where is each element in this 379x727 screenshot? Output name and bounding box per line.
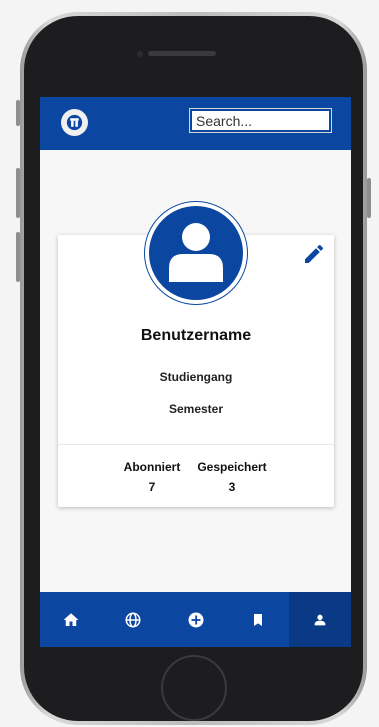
pencil-icon bbox=[305, 244, 324, 263]
stat-value: 7 bbox=[148, 480, 156, 494]
profile-avatar bbox=[145, 202, 247, 304]
phone-side-button bbox=[16, 232, 20, 282]
stat-label: Abonniert bbox=[123, 460, 181, 474]
bottom-navigation bbox=[40, 592, 351, 647]
phone-side-button bbox=[367, 178, 371, 218]
globe-icon bbox=[125, 612, 141, 627]
nav-saved[interactable] bbox=[227, 592, 289, 647]
phone-side-button bbox=[16, 100, 20, 126]
logo-icon bbox=[66, 114, 83, 131]
home-icon bbox=[63, 612, 79, 626]
person-icon bbox=[314, 614, 326, 625]
nav-add[interactable] bbox=[164, 592, 226, 647]
stat-gespeichert[interactable]: Gespeichert 3 bbox=[195, 460, 269, 494]
add-circle-icon bbox=[188, 612, 203, 627]
top-app-bar bbox=[40, 97, 351, 150]
nav-profile[interactable] bbox=[288, 592, 351, 647]
profile-username: Benutzername bbox=[140, 327, 252, 344]
search-input[interactable] bbox=[189, 108, 332, 133]
profile-semester: Semester bbox=[168, 402, 224, 416]
person-avatar-icon bbox=[169, 223, 223, 282]
bookmark-icon bbox=[253, 613, 262, 626]
edit-profile-button[interactable] bbox=[302, 242, 326, 266]
stat-label: Gespeichert bbox=[197, 460, 267, 474]
nav-explore[interactable] bbox=[102, 592, 164, 647]
phone-home-button[interactable] bbox=[161, 655, 227, 721]
card-divider bbox=[58, 444, 334, 445]
stat-abonniert[interactable]: Abonniert 7 bbox=[120, 460, 184, 494]
nav-home[interactable] bbox=[40, 592, 102, 647]
phone-side-button bbox=[16, 168, 20, 218]
app-logo[interactable] bbox=[61, 109, 88, 136]
stat-value: 3 bbox=[228, 480, 236, 494]
app-screen: Benutzername Studiengang Semester Abonni… bbox=[40, 97, 351, 647]
phone-camera bbox=[137, 51, 143, 57]
profile-studiengang: Studiengang bbox=[159, 370, 233, 384]
phone-speaker bbox=[148, 51, 216, 56]
